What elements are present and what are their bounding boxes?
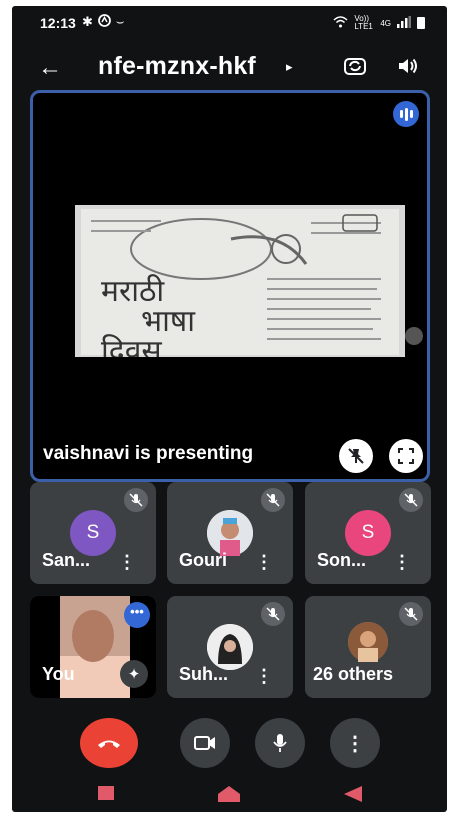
camera-button[interactable]	[180, 718, 230, 768]
others-count-label: 26 others	[313, 664, 394, 684]
participant-tile-3[interactable]: S Son... ⋮	[305, 482, 431, 584]
end-call-icon	[98, 740, 120, 748]
recent-apps-icon[interactable]	[98, 786, 114, 805]
more-horizontal-icon[interactable]: •••	[124, 602, 150, 628]
more-vertical-icon[interactable]: ⋮	[393, 552, 411, 573]
signal-icon	[397, 15, 411, 31]
participant-name: Gouri	[179, 550, 227, 570]
effects-sparkle-icon[interactable]: ✦	[120, 660, 148, 688]
stage-handle-icon[interactable]	[405, 327, 423, 345]
home-icon[interactable]	[218, 786, 240, 807]
participant-name: Suh...	[179, 664, 228, 684]
mic-icon	[273, 734, 287, 752]
status-left-icons: ✱ ⌣	[82, 14, 124, 30]
speaker-icon[interactable]	[396, 54, 420, 83]
more-options-button[interactable]: ⋮	[330, 718, 380, 768]
camera-icon	[194, 736, 215, 750]
app-notification-icon	[98, 14, 111, 30]
more-vertical-icon[interactable]: ⋮	[118, 552, 136, 573]
participant-tile-1[interactable]: S San... ⋮	[30, 482, 156, 584]
call-controls: ⋮	[12, 718, 447, 768]
presenting-label: vaishnavi is presenting	[43, 443, 254, 464]
poster-image: मराठी भाषा दिवस	[81, 209, 399, 358]
others-tile[interactable]: 26 others	[305, 596, 431, 698]
back-nav-icon[interactable]	[344, 786, 362, 807]
participant-name: San...	[42, 550, 91, 570]
network-type: 4G	[380, 18, 391, 28]
fullscreen-icon[interactable]	[389, 439, 423, 473]
poster-line-2: भाषा	[141, 304, 195, 339]
caret-right-icon[interactable]: ▸	[286, 59, 293, 75]
status-bar: 12:13 ✱ ⌣ Vo)) LTE1 4G	[12, 6, 447, 42]
flip-camera-icon[interactable]	[342, 53, 368, 84]
shared-screen-content: मराठी भाषा दिवस	[75, 205, 405, 357]
mic-off-icon	[399, 602, 423, 626]
phone-screen: 12:13 ✱ ⌣ Vo)) LTE1 4G ← nfe-mznx-hkf ▸	[12, 6, 447, 812]
meeting-code[interactable]: nfe-mznx-hkf	[98, 52, 256, 81]
back-arrow-icon[interactable]: ←	[38, 54, 62, 82]
mic-off-icon	[124, 488, 148, 512]
microphone-button[interactable]	[255, 718, 305, 768]
self-view-tile[interactable]: ••• You ✦	[30, 596, 156, 698]
mic-off-icon	[399, 488, 423, 512]
participant-tile-5[interactable]: Suh... ⋮	[167, 596, 293, 698]
more-vertical-icon: ⋮	[345, 732, 365, 755]
system-navigation-bar	[12, 778, 447, 812]
avatar	[348, 622, 388, 662]
poster-line-3: दिवस	[101, 334, 162, 358]
mic-off-icon	[261, 488, 285, 512]
self-video-face	[72, 610, 114, 662]
poster-title: मराठी भाषा दिवस	[101, 274, 195, 358]
participant-tile-2[interactable]: Gouri ⋮	[167, 482, 293, 584]
participant-name: Son...	[317, 550, 366, 570]
participant-name: You	[42, 664, 75, 684]
battery-icon	[417, 17, 425, 29]
status-time: 12:13	[40, 15, 76, 31]
end-call-button[interactable]	[80, 718, 138, 768]
audio-indicator-icon	[393, 101, 419, 127]
presentation-stage[interactable]: मराठी भाषा दिवस vaishnavi is presenting	[30, 90, 430, 482]
more-vertical-icon[interactable]: ⋮	[255, 666, 273, 687]
more-vertical-icon[interactable]: ⋮	[255, 552, 273, 573]
mic-off-icon	[261, 602, 285, 626]
unpin-icon[interactable]	[339, 439, 373, 473]
tilde-icon: ⌣	[115, 14, 125, 29]
bluetooth-icon: ✱	[82, 14, 93, 29]
poster-line-1: मराठी	[101, 274, 165, 309]
status-right-icons: Vo)) LTE1 4G	[333, 15, 425, 31]
wifi-icon	[333, 15, 348, 31]
network-label: Vo)) LTE1	[354, 14, 373, 31]
meeting-header: ← nfe-mznx-hkf ▸	[12, 42, 447, 94]
